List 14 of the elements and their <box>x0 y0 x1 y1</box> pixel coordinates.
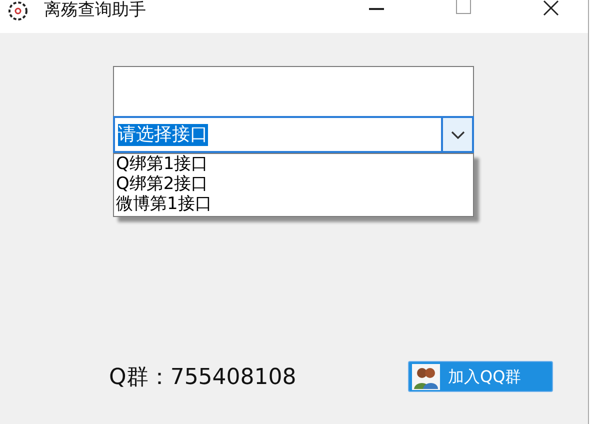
chevron-icon <box>450 130 464 138</box>
app-icon <box>6 1 30 21</box>
dropdown-option[interactable]: 微博第1接口 <box>116 194 212 214</box>
people-icon <box>412 364 440 390</box>
maximize-icon[interactable] <box>456 0 471 14</box>
window-title: 离殇查询助手 <box>44 0 146 20</box>
dropdown-option[interactable]: Q绑第1接口 <box>116 154 208 174</box>
dropdown-option[interactable]: Q绑第2接口 <box>116 174 208 194</box>
input-field[interactable] <box>113 66 474 117</box>
dropdown-button[interactable] <box>441 118 472 151</box>
combo-value: 请选择接口 <box>118 124 208 146</box>
combo-box[interactable]: 请选择接口 <box>113 116 474 153</box>
qq-group-label: Q群：755408108 <box>109 364 296 392</box>
close-icon[interactable] <box>543 0 559 16</box>
